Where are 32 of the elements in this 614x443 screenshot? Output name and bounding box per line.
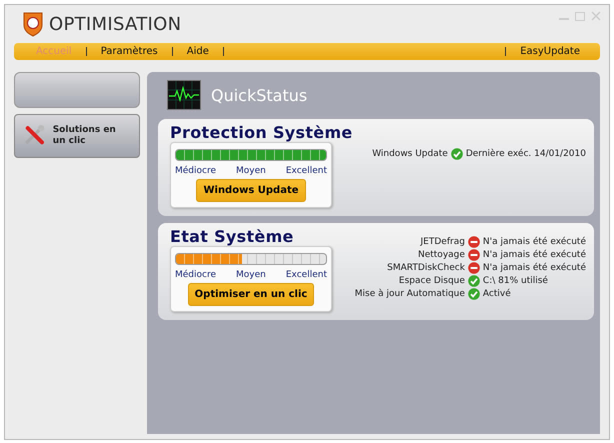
menu-item[interactable]: Paramètres	[86, 46, 172, 57]
status-name: Nettoyage	[416, 250, 465, 260]
action-button[interactable]: Optimiser en un clic	[188, 283, 314, 306]
sidebar-button[interactable]: Solutions en un clic	[14, 114, 140, 158]
section-title: Protection Système	[170, 123, 353, 142]
status-name: Windows Update	[372, 149, 448, 159]
heartbeat-monitor-icon	[167, 80, 201, 110]
action-button[interactable]: Windows Update	[196, 179, 306, 202]
status-value: Activé	[482, 289, 512, 299]
scale-label: Excellent	[286, 270, 327, 280]
status-name: Espace Disque	[398, 276, 465, 286]
section-title: Etat Système	[170, 227, 294, 246]
scale-label: Médiocre	[175, 166, 216, 176]
panel-title: QuickStatus	[211, 86, 308, 104]
menu-item[interactable]: EasyUpdate	[506, 46, 594, 57]
menu-item[interactable]: Aide	[172, 46, 223, 57]
scale-label: Moyen	[236, 270, 266, 280]
status-name: Mise à jour Automatique	[354, 289, 465, 299]
status-value: N'a jamais été exécuté	[482, 263, 586, 273]
scale-label: Excellent	[286, 166, 327, 176]
close-icon[interactable]	[591, 11, 601, 21]
status-name: JETDefrag	[419, 237, 465, 247]
shield-logo-icon	[23, 12, 43, 36]
status-value: Dernière exéc. 14/01/2010	[466, 149, 586, 159]
window-title: OPTIMISATION	[49, 14, 182, 34]
scale-label: Moyen	[236, 166, 266, 176]
maximize-icon[interactable]	[575, 11, 585, 21]
scale-label: Médiocre	[175, 270, 216, 280]
status-value: N'a jamais été exécuté	[482, 237, 586, 247]
status-name: SMARTDiskCheck	[386, 263, 465, 273]
status-value: N'a jamais été exécuté	[482, 250, 586, 260]
status-value: C:\ 81% utilisé	[482, 276, 549, 286]
